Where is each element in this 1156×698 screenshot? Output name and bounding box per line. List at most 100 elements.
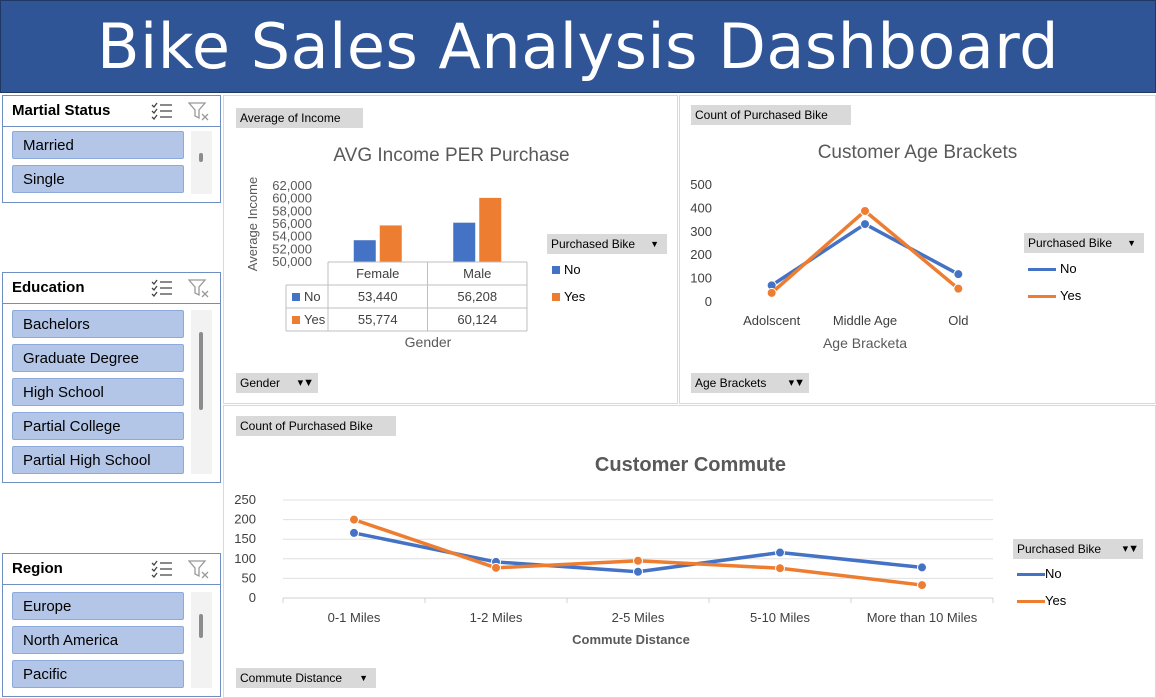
slicer-header: Martial Status bbox=[3, 96, 220, 127]
legend-swatch bbox=[552, 266, 560, 274]
data-point-no bbox=[349, 527, 359, 538]
x-axis-title: Age Bracketa bbox=[823, 335, 907, 351]
income-chart-panel: Average of Income AVG Income PER Purchas… bbox=[223, 95, 678, 404]
y-tick-label: 100 bbox=[690, 271, 712, 286]
legend-label: No bbox=[1045, 566, 1062, 581]
slicer-item-single[interactable]: Single bbox=[12, 165, 184, 193]
legend-label: Yes bbox=[1045, 593, 1067, 608]
data-point-no bbox=[633, 566, 643, 577]
legend-entry-no: No bbox=[552, 262, 581, 277]
legend-entry-yes: Yes bbox=[1028, 288, 1081, 303]
filter-dropdown-icon: ▾▼ bbox=[788, 377, 805, 389]
y-tick-label: 200 bbox=[690, 247, 712, 262]
x-tick-label: 5-10 Miles bbox=[750, 610, 810, 625]
data-point-yes bbox=[349, 514, 359, 525]
x-axis-title: Gender bbox=[405, 334, 452, 350]
table-series-label: Yes bbox=[304, 312, 326, 327]
multi-select-icon[interactable] bbox=[151, 102, 173, 120]
commute-chart-panel: Count of Purchased Bike Customer Commute… bbox=[223, 405, 1156, 698]
filter-dropdown-icon: ▾▼ bbox=[297, 377, 314, 389]
slicer-item-europe[interactable]: Europe bbox=[12, 592, 184, 620]
y-tick-label: 250 bbox=[234, 492, 256, 507]
legend-line-swatch bbox=[1017, 600, 1045, 604]
bar-no-male bbox=[453, 222, 476, 262]
dropdown-arrow-icon: ▼ bbox=[1127, 238, 1136, 248]
legend-entry-yes: Yes bbox=[552, 289, 585, 304]
axis-field-label: Age Brackets bbox=[695, 376, 767, 390]
data-label: 53,440 bbox=[358, 289, 398, 304]
scrollbar-thumb[interactable] bbox=[199, 153, 203, 162]
y-tick-label: 300 bbox=[690, 224, 712, 239]
legend-label: Yes bbox=[564, 289, 586, 304]
data-label: 56,208 bbox=[457, 289, 497, 304]
y-tick-label: 150 bbox=[234, 531, 256, 546]
slicer-item-bachelors[interactable]: Bachelors bbox=[12, 310, 184, 338]
y-tick-label: 0 bbox=[249, 590, 256, 605]
legend-entry-no: No bbox=[1028, 261, 1077, 276]
slicer-item-north-america[interactable]: North America bbox=[12, 626, 184, 654]
legend-swatch bbox=[552, 293, 560, 301]
data-point-no bbox=[953, 269, 964, 280]
age-chart-panel: Count of Purchased Bike Customer Age Bra… bbox=[679, 95, 1156, 404]
y-tick-label: 50,000 bbox=[272, 254, 312, 269]
legend-line-swatch bbox=[1028, 268, 1056, 272]
legend-field-button[interactable]: Purchased Bike ▾▼ bbox=[1013, 539, 1143, 559]
data-point-yes bbox=[491, 562, 501, 573]
table-series-label: No bbox=[304, 289, 321, 304]
y-axis-label: Average Income bbox=[245, 177, 260, 271]
series-line-no bbox=[770, 222, 960, 287]
data-point-yes bbox=[766, 287, 777, 298]
slicer-item-partial-high-school[interactable]: Partial High School bbox=[12, 446, 184, 474]
legend-entry-no: No bbox=[1017, 566, 1062, 581]
slicer-item-graduate-degree[interactable]: Graduate Degree bbox=[12, 344, 184, 372]
data-label: 60,124 bbox=[457, 312, 497, 327]
scrollbar-thumb[interactable] bbox=[199, 614, 203, 638]
data-point-yes bbox=[917, 580, 927, 591]
slicer-marital-status: Martial Status Married Single bbox=[2, 95, 221, 203]
legend-label: No bbox=[564, 262, 581, 277]
x-tick-label: Old bbox=[948, 313, 968, 328]
axis-field-button[interactable]: Age Brackets ▾▼ bbox=[691, 373, 809, 393]
slicer-region: Region Europe North America Pacific bbox=[2, 553, 221, 697]
x-tick-label: More than 10 Miles bbox=[867, 610, 978, 625]
slicer-scrollbar[interactable] bbox=[191, 592, 212, 688]
slicer-item-partial-college[interactable]: Partial College bbox=[12, 412, 184, 440]
axis-field-button[interactable]: Gender ▾▼ bbox=[236, 373, 318, 393]
legend-line-swatch bbox=[1028, 295, 1056, 299]
slicer-item-pacific[interactable]: Pacific bbox=[12, 660, 184, 688]
slicer-title: Region bbox=[12, 560, 63, 577]
slicer-scrollbar[interactable] bbox=[191, 131, 212, 194]
slicer-header: Education bbox=[3, 273, 220, 304]
filter-dropdown-icon: ▾▼ bbox=[1122, 543, 1139, 555]
data-point-yes bbox=[633, 555, 643, 566]
y-tick-label: 0 bbox=[705, 294, 712, 309]
x-tick-label: Adolscent bbox=[743, 313, 800, 328]
slicer-item-high-school[interactable]: High School bbox=[12, 378, 184, 406]
bar-yes-female bbox=[379, 225, 402, 262]
data-point-no bbox=[860, 219, 870, 230]
legend-field-button[interactable]: Purchased Bike ▼ bbox=[547, 234, 667, 254]
axis-field-label: Commute Distance bbox=[240, 671, 343, 685]
slicer-scrollbar[interactable] bbox=[191, 310, 212, 474]
clear-filter-icon[interactable] bbox=[188, 278, 210, 298]
scrollbar-thumb[interactable] bbox=[199, 332, 203, 410]
clear-filter-icon[interactable] bbox=[188, 559, 210, 579]
category-label: Male bbox=[463, 266, 491, 281]
slicer-item-married[interactable]: Married bbox=[12, 131, 184, 159]
clear-filter-icon[interactable] bbox=[188, 101, 210, 121]
x-tick-label: 0-1 Miles bbox=[328, 610, 381, 625]
y-tick-label: 400 bbox=[690, 200, 712, 215]
legend-field-button[interactable]: Purchased Bike ▼ bbox=[1024, 233, 1144, 253]
dropdown-arrow-icon: ▼ bbox=[650, 239, 659, 249]
multi-select-icon[interactable] bbox=[151, 560, 173, 578]
data-label: 55,774 bbox=[358, 312, 398, 327]
y-tick-label: 200 bbox=[234, 512, 256, 527]
x-tick-label: Middle Age bbox=[833, 313, 897, 328]
legend-entry-yes: Yes bbox=[1017, 593, 1066, 608]
axis-field-button[interactable]: Commute Distance ▼ bbox=[236, 668, 376, 688]
legend-label: Yes bbox=[1060, 288, 1082, 303]
multi-select-icon[interactable] bbox=[151, 279, 173, 297]
data-point-no bbox=[775, 547, 785, 558]
legend-field-label: Purchased Bike bbox=[551, 237, 636, 251]
axis-field-label: Gender bbox=[240, 376, 281, 390]
